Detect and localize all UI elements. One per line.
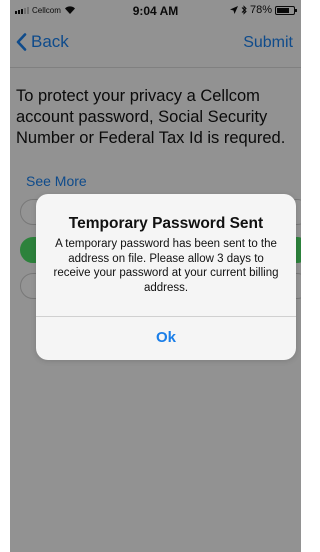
- phone-screen: Cellcom 9:04 AM 78% Back Submit To prote…: [10, 0, 301, 552]
- ok-button[interactable]: Ok: [36, 316, 296, 360]
- alert-message: A temporary password has been sent to th…: [53, 238, 279, 294]
- alert-title: Temporary Password Sent: [68, 215, 264, 232]
- alert-dialog: Temporary Password Sent A temporary pass…: [36, 194, 296, 360]
